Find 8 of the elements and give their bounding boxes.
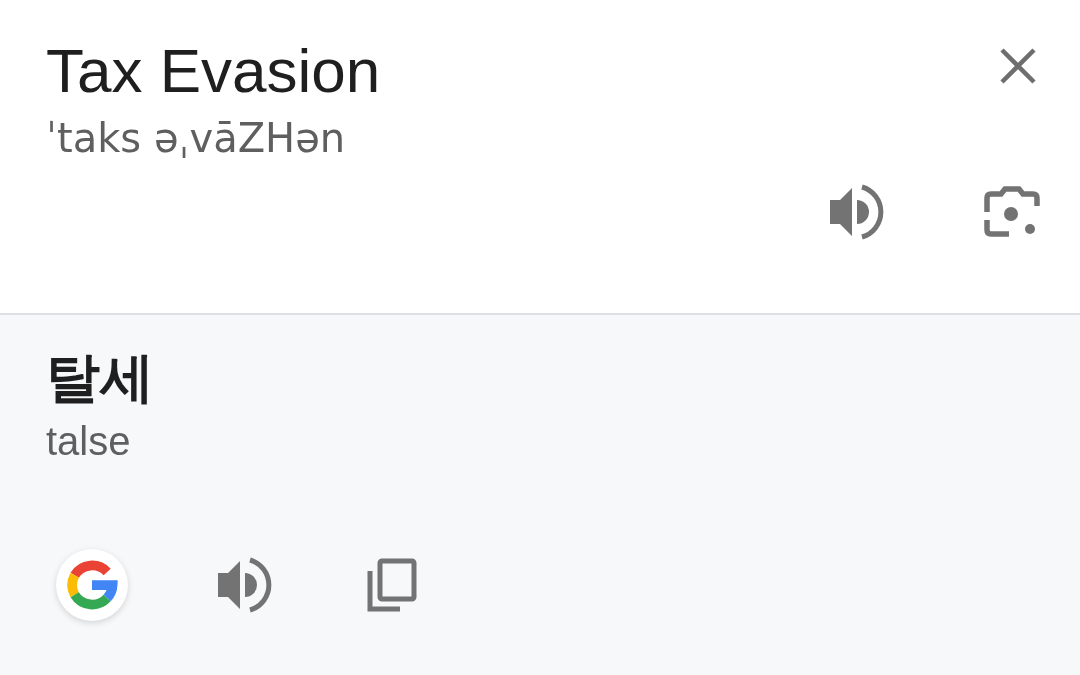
speaker-icon[interactable] xyxy=(218,557,274,613)
romanization-text: talse xyxy=(46,418,132,465)
camera-search-icon[interactable] xyxy=(984,184,1040,240)
speaker-icon[interactable] xyxy=(830,184,886,240)
translation-text: 탈세 xyxy=(46,345,155,411)
source-text: Tax Evasion xyxy=(46,35,381,107)
pronunciation-text: ˈtaks əˌvāZHən xyxy=(46,114,347,163)
logo-button[interactable] xyxy=(56,549,128,621)
